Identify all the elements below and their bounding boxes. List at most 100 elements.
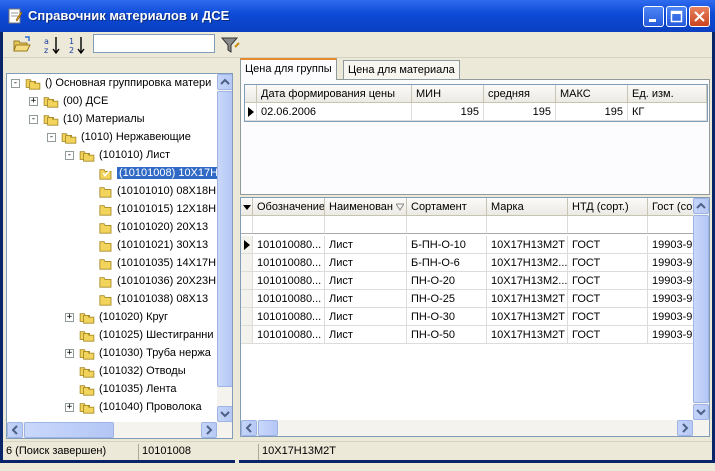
scroll-right-button[interactable] [677, 420, 693, 436]
table-cell[interactable]: ПН-О-30 [407, 308, 487, 326]
tree-item[interactable]: (101035) Лента [7, 381, 219, 399]
materials-grid[interactable]: Обозначение Наименован Сортамент Марка НТД (… [240, 197, 710, 437]
table-cell[interactable]: ГОСТ [568, 326, 648, 344]
collapse-icon[interactable]: - [47, 133, 56, 142]
col-header-date[interactable]: Дата формирования цены [257, 85, 412, 103]
tree-item[interactable]: (10101021) 30Х13 [7, 237, 219, 255]
col-header-unit[interactable]: Ед. изм. [628, 85, 707, 103]
cell-date[interactable]: 02.06.2006 [257, 103, 412, 121]
cell-avg[interactable]: 195 [484, 103, 556, 121]
expand-icon[interactable]: + [29, 97, 38, 106]
tree-item[interactable]: (10101010) 08Х18Н [7, 183, 219, 201]
scroll-right-button[interactable] [201, 422, 217, 438]
scroll-down-button[interactable] [693, 404, 709, 420]
expand-icon[interactable]: + [65, 313, 74, 322]
tab-material-price[interactable]: Цена для материала [343, 60, 460, 80]
panel-splitter[interactable] [235, 73, 239, 471]
row-indicator-header[interactable] [241, 198, 253, 216]
row-indicator[interactable] [241, 254, 253, 272]
filter-cell[interactable] [407, 216, 487, 234]
filter-button[interactable] [219, 34, 241, 56]
tree-item[interactable]: + (00) ДСЕ [7, 93, 219, 111]
price-grid[interactable]: Дата формирования цены МИН средняя МАКС … [244, 84, 708, 122]
tree-item[interactable]: (10101036) 20Х23Н [7, 273, 219, 291]
filter-cell[interactable] [487, 216, 568, 234]
tree-item[interactable]: (10101035) 14Х17Н [7, 255, 219, 273]
collapse-icon[interactable]: - [65, 151, 74, 160]
open-button[interactable] [11, 34, 33, 56]
table-cell[interactable]: Лист [325, 254, 407, 272]
tree-item[interactable]: + (101030) Труба нержа [7, 345, 219, 363]
table-cell[interactable]: ПН-О-25 [407, 290, 487, 308]
table-cell[interactable]: 19903-9 [648, 236, 696, 254]
tree-item[interactable]: + (101040) Проволока [7, 399, 219, 417]
sort-numeric-button[interactable]: 1 2 [67, 34, 89, 56]
table-cell[interactable]: ГОСТ [568, 290, 648, 308]
minimize-button[interactable] [643, 6, 664, 27]
filter-cell[interactable] [648, 216, 696, 234]
tree-item[interactable]: - (1010) Нержавеющие [7, 129, 219, 147]
search-input[interactable] [93, 34, 215, 53]
close-button[interactable] [689, 6, 710, 27]
col-header-ntd[interactable]: НТД (сорт.) [568, 198, 648, 216]
col-header-avg[interactable]: средняя [484, 85, 556, 103]
table-cell[interactable]: 10Х17Н13М2... [487, 254, 568, 272]
filter-cell[interactable] [325, 216, 407, 234]
table-cell[interactable]: Лист [325, 326, 407, 344]
scroll-up-button[interactable] [693, 198, 709, 214]
table-cell[interactable]: 19903-9 [648, 326, 696, 344]
table-cell[interactable]: 10Х17Н13М2Т [487, 326, 568, 344]
scroll-up-button[interactable] [217, 74, 232, 90]
table-cell[interactable]: Лист [325, 272, 407, 290]
tree-item[interactable]: - () Основная группировка матери [7, 75, 219, 93]
tree-item[interactable]: - (10) Материалы [7, 111, 219, 129]
tree-item[interactable]: (10101015) 12Х18Н [7, 201, 219, 219]
table-cell[interactable]: 101010080... [253, 308, 325, 326]
filter-cell[interactable] [253, 216, 325, 234]
table-cell[interactable]: 19903-9 [648, 290, 696, 308]
table-cell[interactable]: Лист [325, 308, 407, 326]
table-cell[interactable]: Б-ПН-О-10 [407, 236, 487, 254]
tree-item[interactable]: (10101008) 10Х17Н [7, 165, 221, 183]
table-cell[interactable]: ГОСТ [568, 308, 648, 326]
table-cell[interactable]: 10Х17Н13М2... [487, 272, 568, 290]
collapse-icon[interactable]: - [11, 79, 20, 88]
table-cell[interactable]: 10Х17Н13М2Т [487, 308, 568, 326]
grid-horizontal-scrollbar[interactable] [241, 420, 709, 436]
row-indicator[interactable] [241, 290, 253, 308]
tree-item[interactable]: (10101020) 20Х13 [7, 219, 219, 237]
table-cell[interactable]: 101010080... [253, 290, 325, 308]
col-header-designation[interactable]: Обозначение [253, 198, 325, 216]
table-cell[interactable]: ГОСТ [568, 236, 648, 254]
col-header-min[interactable]: МИН [412, 85, 484, 103]
filter-cell[interactable] [568, 216, 648, 234]
col-header-name[interactable]: Наименован [325, 198, 407, 216]
tab-group-price[interactable]: Цена для группы [240, 58, 337, 80]
expand-icon[interactable]: + [65, 403, 74, 412]
scroll-thumb[interactable] [258, 420, 278, 436]
tree-item[interactable]: (101032) Отводы [7, 363, 219, 381]
title-bar[interactable]: Справочник материалов и ДСЕ [0, 0, 715, 32]
table-cell[interactable]: ПН-О-50 [407, 326, 487, 344]
cell-min[interactable]: 195 [412, 103, 484, 121]
table-cell[interactable]: Лист [325, 290, 407, 308]
row-indicator[interactable] [241, 308, 253, 326]
scroll-down-button[interactable] [217, 406, 232, 422]
maximize-button[interactable] [666, 6, 687, 27]
scroll-left-button[interactable] [241, 420, 257, 436]
tree-item[interactable]: - (101010) Лист [7, 147, 219, 165]
table-cell[interactable]: 19903-9 [648, 254, 696, 272]
sort-alpha-button[interactable]: a z [42, 34, 64, 56]
table-cell[interactable]: ПН-О-20 [407, 272, 487, 290]
table-cell[interactable]: 10Х17Н13М2Т [487, 236, 568, 254]
tree-vertical-scrollbar[interactable] [217, 74, 232, 422]
group-tree[interactable]: - () Основная группировка матери + (00) ДСЕ… [6, 73, 233, 439]
table-cell[interactable]: 19903-9 [648, 272, 696, 290]
scroll-thumb[interactable] [24, 422, 114, 438]
cell-unit[interactable]: КГ [628, 103, 707, 121]
tree-item[interactable]: + (101020) Круг [7, 309, 219, 327]
table-cell[interactable]: ГОСТ [568, 254, 648, 272]
scroll-left-button[interactable] [7, 422, 23, 438]
col-header-grade[interactable]: Марка [487, 198, 568, 216]
table-cell[interactable]: Б-ПН-О-6 [407, 254, 487, 272]
